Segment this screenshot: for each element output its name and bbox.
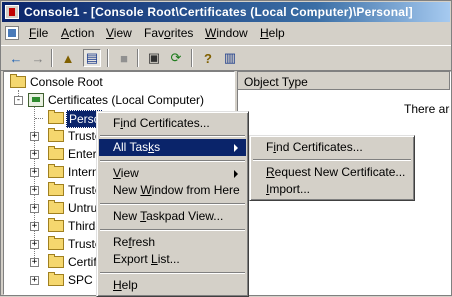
up-one-level-icon[interactable]: ▲	[59, 49, 77, 67]
show-hide-tree-icon[interactable]: ▤	[83, 49, 101, 67]
back-icon[interactable]: ←	[7, 49, 25, 67]
expand-toggle[interactable]: +	[30, 222, 39, 231]
tree-line	[35, 118, 43, 120]
forward-icon[interactable]: →	[29, 49, 47, 67]
help-icon[interactable]: ?	[199, 49, 217, 67]
mmc-window: Console1 - [Console Root\Certificates (L…	[0, 0, 452, 297]
menu-item-refresh[interactable]: Refresh	[99, 234, 246, 251]
menu-item-export-list[interactable]: Export List...	[99, 251, 246, 268]
menu-view[interactable]: View	[106, 26, 132, 40]
folder-icon	[10, 74, 26, 88]
column-header-object-type[interactable]: Object Type	[238, 72, 450, 90]
context-menu: Find Certificates... All Tasks View New …	[96, 111, 249, 297]
menu-item-all-tasks[interactable]: All Tasks	[99, 139, 246, 156]
menu-help[interactable]: Help	[260, 26, 285, 40]
menu-item-view[interactable]: View	[99, 165, 246, 182]
folder-icon	[48, 218, 64, 232]
folder-icon	[48, 146, 64, 160]
menu-action[interactable]: Action	[61, 26, 94, 40]
expand-toggle[interactable]: +	[30, 186, 39, 195]
all-tasks-submenu: Find Certificates... Request New Certifi…	[249, 135, 415, 201]
toolbar-separator	[137, 49, 139, 67]
menu-favorites[interactable]: Favorites	[144, 26, 193, 40]
menu-separator	[100, 229, 245, 231]
folder-icon	[48, 272, 64, 286]
menu-separator	[100, 272, 245, 274]
submenu-arrow-icon	[234, 170, 238, 178]
expand-toggle[interactable]: +	[30, 168, 39, 177]
menu-separator	[100, 203, 245, 205]
submenu-arrow-icon	[234, 144, 238, 152]
menu-separator	[253, 159, 411, 161]
folder-icon	[48, 254, 64, 268]
submenu-item-request-new-certificate[interactable]: Request New Certificate...	[252, 164, 412, 181]
folder-icon	[48, 182, 64, 196]
folder-icon	[48, 164, 64, 178]
expand-toggle[interactable]: +	[30, 258, 39, 267]
submenu-item-import[interactable]: Import...	[252, 181, 412, 198]
menu-item-help[interactable]: Help	[99, 277, 246, 294]
delete-icon[interactable]: ■	[115, 49, 133, 67]
menu-file[interactable]: File	[29, 26, 48, 40]
title-bar[interactable]: Console1 - [Console Root\Certificates (L…	[2, 2, 450, 22]
toolbar-separator	[51, 49, 53, 67]
expand-toggle[interactable]: +	[30, 204, 39, 213]
folder-open-icon	[48, 110, 64, 124]
expand-toggle[interactable]: +	[30, 276, 39, 285]
menu-item-find-certificates[interactable]: Find Certificates...	[99, 115, 246, 132]
submenu-item-find-certificates[interactable]: Find Certificates...	[252, 139, 412, 156]
console-app-icon	[5, 5, 19, 19]
certificate-store-icon	[28, 93, 44, 107]
tree-node-certificates[interactable]: - Certificates (Local Computer)	[6, 92, 226, 108]
toolbar-separator	[191, 49, 193, 67]
expand-toggle[interactable]: +	[30, 240, 39, 249]
toolbar-separator	[107, 49, 109, 67]
menu-separator	[100, 160, 245, 162]
taskpad-icon[interactable]: ▥	[221, 49, 239, 67]
tree-node-console-root[interactable]: Console Root	[6, 74, 226, 90]
menu-item-new-taskpad[interactable]: New Taskpad View...	[99, 208, 246, 225]
folder-icon	[48, 128, 64, 142]
window-title: Console1 - [Console Root\Certificates (L…	[24, 5, 413, 19]
collapse-toggle[interactable]: -	[14, 96, 23, 105]
expand-toggle[interactable]: +	[30, 132, 39, 141]
folder-icon	[48, 236, 64, 250]
menu-window[interactable]: Window	[205, 26, 248, 40]
refresh-icon[interactable]: ⟳	[167, 49, 185, 67]
expand-toggle[interactable]: +	[30, 150, 39, 159]
empty-list-message: There are	[404, 102, 451, 116]
menu-item-new-window[interactable]: New Window from Here	[99, 182, 246, 199]
menu-separator	[100, 135, 245, 137]
folder-icon	[48, 200, 64, 214]
menu-bar: File Action View Favorites Window Help	[1, 23, 451, 43]
toolbar: ← → ▲ ▤ ■ ▣ ⟳ ? ▥	[1, 45, 451, 71]
properties-icon[interactable]: ▣	[145, 49, 163, 67]
